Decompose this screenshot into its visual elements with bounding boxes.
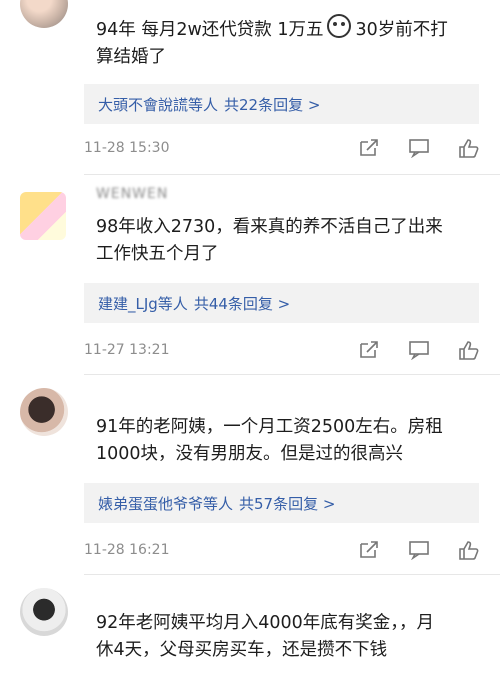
timestamp: 11-27 13:21 bbox=[84, 342, 170, 358]
divider bbox=[84, 374, 500, 375]
comment-text: 98年收入2730，看来真的养不活自己了出来 工作快五个月了 bbox=[96, 214, 476, 268]
reply-summary[interactable]: 建建_LJg等人 共44条回复 > bbox=[84, 283, 479, 323]
action-bar bbox=[358, 340, 480, 360]
reply-count[interactable]: 共22条回复 > bbox=[224, 94, 320, 115]
avatar[interactable] bbox=[20, 388, 68, 436]
username[interactable] bbox=[96, 584, 101, 600]
comment-text-line: 休4天，父母买房买车，还是攒不下钱 bbox=[96, 640, 388, 660]
reply-summary[interactable]: 大頭不會說謊等人 共22条回复 > bbox=[84, 84, 479, 124]
divider bbox=[84, 174, 500, 175]
reply-count[interactable]: 共57条回复 > bbox=[239, 493, 335, 514]
reply-names[interactable]: 婊弟蛋蛋他爷爷等人 bbox=[98, 493, 233, 514]
reply-summary[interactable]: 婊弟蛋蛋他爷爷等人 共57条回复 > bbox=[84, 483, 479, 523]
share-icon[interactable] bbox=[358, 540, 380, 560]
comment-icon[interactable] bbox=[408, 540, 430, 560]
comment-text: 91年的老阿姨，一个月工资2500左右。房租 1000块，没有男朋友。但是过的很… bbox=[96, 414, 476, 468]
comment-text-line: 工作快五个月了 bbox=[96, 244, 219, 264]
reply-names[interactable]: 大頭不會說謊等人 bbox=[98, 94, 218, 115]
comment-text-line: 98年收入2730，看来真的养不活自己了出来 bbox=[96, 217, 443, 237]
username[interactable] bbox=[96, 390, 101, 406]
thumbs-up-icon[interactable] bbox=[458, 540, 480, 560]
comment-text-line: 91年的老阿姨，一个月工资2500左右。房租 bbox=[96, 417, 443, 437]
username[interactable]: WENWEN bbox=[96, 186, 168, 202]
dog-emoji-icon bbox=[327, 14, 352, 38]
comment-icon[interactable] bbox=[408, 138, 430, 158]
comment-text: 92年老阿姨平均月入4000年底有奖金，，月 休4天，父母买房买车，还是攒不下钱 bbox=[96, 610, 476, 664]
comment-text-line: 1000块，没有男朋友。但是过的很高兴 bbox=[96, 444, 404, 464]
share-icon[interactable] bbox=[358, 138, 380, 158]
thumbs-up-icon[interactable] bbox=[458, 340, 480, 360]
action-bar bbox=[358, 540, 480, 560]
divider bbox=[84, 574, 500, 575]
avatar[interactable] bbox=[20, 192, 66, 240]
username[interactable] bbox=[96, 0, 101, 12]
comment-text-line: 92年老阿姨平均月入4000年底有奖金，，月 bbox=[96, 613, 435, 633]
avatar[interactable] bbox=[20, 588, 68, 636]
comment-text-part: 30岁前不打 bbox=[355, 20, 448, 40]
reply-names[interactable]: 建建_LJg等人 bbox=[98, 293, 188, 314]
action-bar bbox=[358, 138, 480, 158]
thumbs-up-icon[interactable] bbox=[458, 138, 480, 158]
share-icon[interactable] bbox=[358, 340, 380, 360]
reply-count[interactable]: 共44条回复 > bbox=[194, 293, 290, 314]
timestamp: 11-28 16:21 bbox=[84, 542, 170, 558]
comment-icon[interactable] bbox=[408, 340, 430, 360]
timestamp: 11-28 15:30 bbox=[84, 140, 170, 156]
comment-text-part: 94年 每月2w还代贷款 1万五 bbox=[96, 20, 324, 40]
avatar[interactable] bbox=[20, 0, 68, 28]
comment-text-part: 算结婚了 bbox=[96, 47, 166, 67]
comment-text: 94年 每月2w还代贷款 1万五 30岁前不打 算结婚了 bbox=[96, 14, 476, 71]
